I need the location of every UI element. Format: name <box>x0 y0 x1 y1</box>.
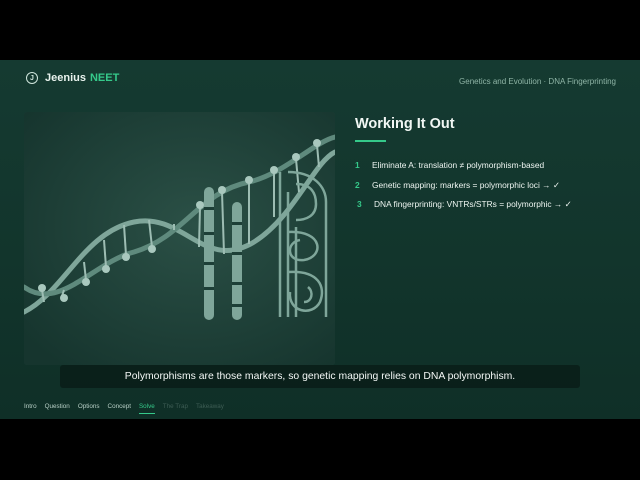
step-number: 1 <box>355 160 360 170</box>
step-3: 3 DNA fingerprinting: VNTRs/STRs = polym… <box>357 199 572 209</box>
subtitle-caption: Polymorphisms are those markers, so gene… <box>60 365 580 388</box>
step-2: 2 Genetic mapping: markers = polymorphic… <box>355 180 560 190</box>
nav-item-the-trap[interactable]: The Trap <box>163 403 188 414</box>
nav-item-options[interactable]: Options <box>78 403 100 414</box>
chapter-nav: Intro Question Options Concept Solve The… <box>24 403 232 414</box>
step-1: 1 Eliminate A: translation ≠ polymorphis… <box>355 160 544 170</box>
brand: J Jeenius NEET <box>26 72 119 84</box>
step-number: 2 <box>355 180 360 190</box>
brand-logo-icon: J <box>26 72 38 84</box>
brand-name: Jeenius <box>45 72 86 84</box>
section-title: Working It Out <box>355 116 455 132</box>
breadcrumb: Genetics and Evolution · DNA Fingerprint… <box>459 77 616 86</box>
step-text: DNA fingerprinting: VNTRs/STRs = polymor… <box>374 199 572 209</box>
step-text: Genetic mapping: markers = polymorphic l… <box>372 180 560 190</box>
nav-item-question[interactable]: Question <box>45 403 70 414</box>
slide-frame: J Jeenius NEET Genetics and Evolution · … <box>0 60 640 419</box>
title-underline <box>355 140 386 142</box>
nav-item-concept[interactable]: Concept <box>108 403 131 414</box>
illustration-card <box>24 112 335 365</box>
step-text: Eliminate A: translation ≠ polymorphism-… <box>372 160 545 170</box>
brand-accent: NEET <box>89 72 120 84</box>
nav-item-solve[interactable]: Solve <box>138 403 155 414</box>
step-number: 3 <box>357 199 362 209</box>
nav-item-intro[interactable]: Intro <box>24 403 37 414</box>
nav-item-takeaway[interactable]: Takeaway <box>196 403 224 414</box>
